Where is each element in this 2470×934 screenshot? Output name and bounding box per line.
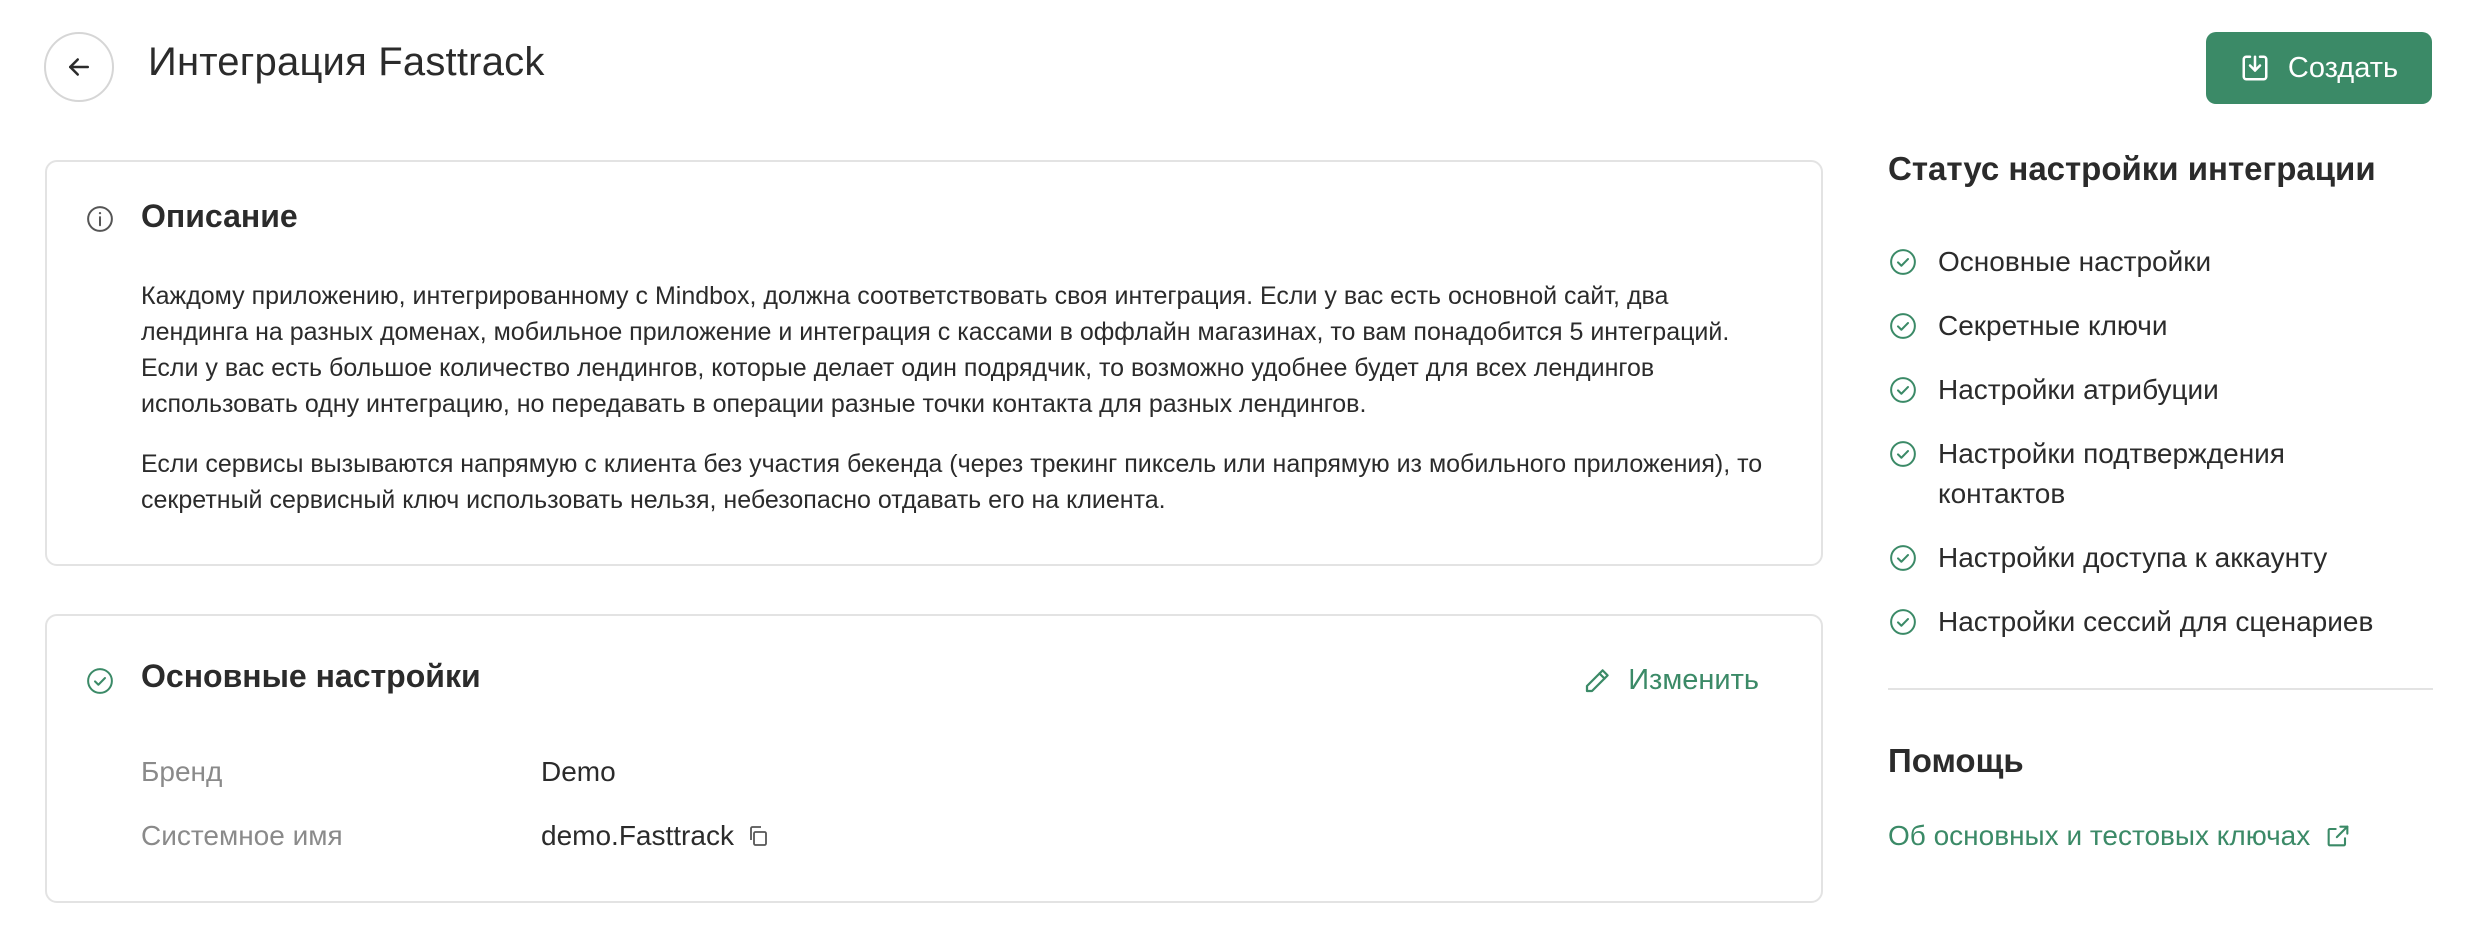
status-title: Статус настройки интеграции [1888, 150, 2376, 187]
check-circle-icon [1890, 377, 1916, 403]
status-item-label: Секретные ключи [1938, 310, 2168, 341]
back-button[interactable] [44, 32, 114, 102]
edit-label: Изменить [1628, 664, 1759, 696]
copy-icon[interactable] [746, 824, 770, 848]
description-title: Описание [141, 198, 298, 234]
help-link[interactable]: Об основных и тестовых ключах [1888, 820, 2352, 852]
status-item-scenario-sessions[interactable]: Настройки сессий для сценариев [1888, 602, 2433, 642]
status-item-secret-keys[interactable]: Секретные ключи [1888, 306, 2433, 346]
top-bar: Интеграция Fasttrack Создать [0, 0, 2470, 140]
page-title: Интеграция Fasttrack [148, 40, 545, 84]
brand-value-text: Demo [541, 756, 616, 787]
status-item-label: Настройки атрибуции [1938, 374, 2219, 405]
status-item-label: Настройки сессий для сценариев [1938, 606, 2374, 637]
info-icon [87, 206, 113, 232]
main-settings-card: Основные настройки Изменить Бренд Demo С… [45, 614, 1823, 903]
description-paragraph-1: Каждому приложению, интегрированному с M… [141, 282, 1730, 418]
external-link-icon [2327, 825, 2349, 847]
brand-label: Бренд [141, 756, 223, 787]
edit-button[interactable]: Изменить [1582, 664, 1759, 697]
system-name-value: demo.Fasttrack [541, 820, 770, 852]
create-button[interactable]: Создать [2206, 32, 2432, 104]
main-settings-title: Основные настройки [141, 658, 481, 694]
create-button-label: Создать [2287, 51, 2399, 84]
description-paragraph-2: Если сервисы вызываются напрямую с клиен… [141, 450, 1763, 514]
help-title: Помощь [1888, 742, 2024, 779]
check-circle-icon [1890, 441, 1916, 467]
description-card: Описание Каждому приложению, интегрирова… [45, 160, 1823, 566]
check-circle-icon [1890, 545, 1916, 571]
integration-status-panel: Статус настройки интеграции Основные нас… [1888, 150, 2433, 637]
system-name-value-text: demo.Fasttrack [541, 820, 734, 851]
status-item-attribution[interactable]: Настройки атрибуции [1888, 370, 2433, 410]
pencil-icon [1586, 668, 1609, 692]
brand-value: Demo [541, 756, 616, 788]
check-circle-icon [1890, 313, 1916, 339]
status-item-label: Настройки подтверждения контактов [1938, 438, 2285, 509]
status-item-contact-confirmation[interactable]: Настройки подтверждения контактов [1888, 434, 2433, 514]
check-circle-icon [1890, 609, 1916, 635]
status-item-label: Основные настройки [1938, 246, 2212, 277]
status-item-main-settings[interactable]: Основные настройки [1888, 242, 2433, 282]
import-icon [2242, 55, 2268, 81]
status-item-label: Настройки доступа к аккаунту [1938, 542, 2328, 573]
system-name-label: Системное имя [141, 820, 343, 851]
check-circle-icon [1890, 249, 1916, 275]
status-item-account-access[interactable]: Настройки доступа к аккаунту [1888, 538, 2433, 578]
help-link-label: Об основных и тестовых ключах [1888, 820, 2311, 851]
sidebar-divider [1888, 688, 2433, 690]
status-list: Основные настройки Секретные ключи Настр… [1888, 242, 2433, 666]
check-circle-icon [87, 668, 113, 694]
arrow-left-icon [69, 58, 89, 76]
